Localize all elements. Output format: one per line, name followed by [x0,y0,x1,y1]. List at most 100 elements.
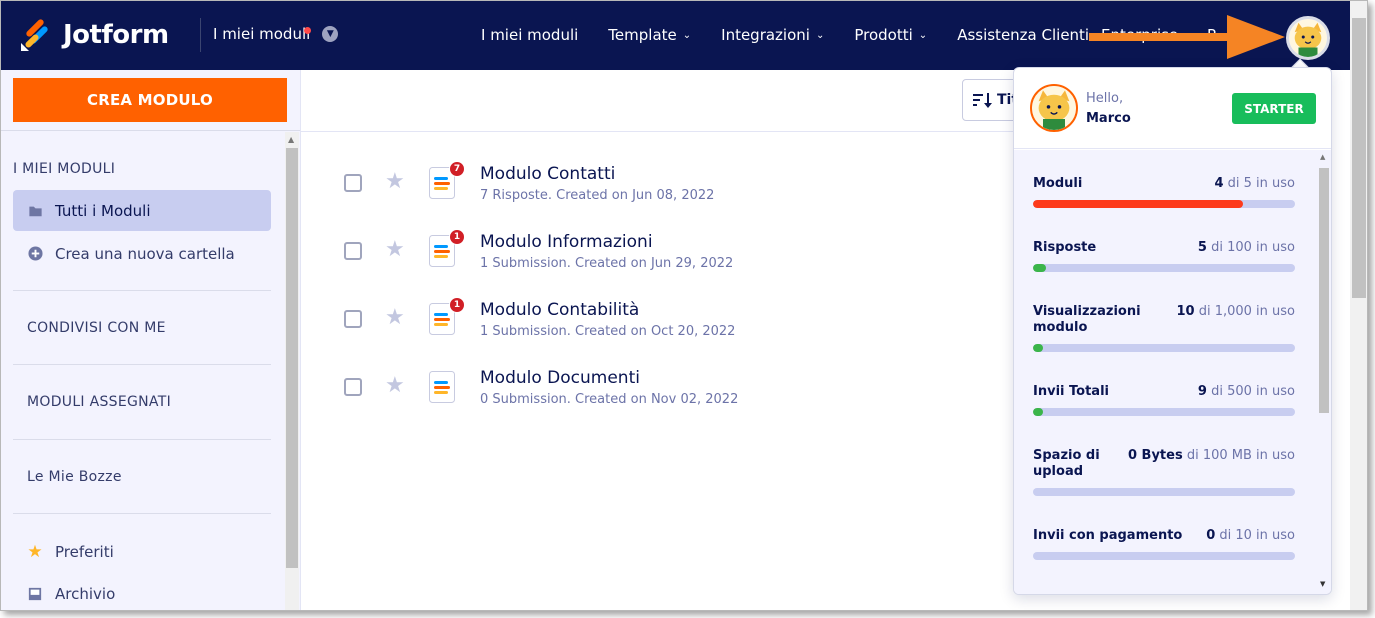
usage-fill [1033,344,1044,352]
avatar [1030,84,1078,132]
usage-label: Invii con pagamento [1033,528,1183,543]
greeting: Hello, [1086,91,1124,106]
select-checkbox[interactable] [344,310,362,328]
create-form-button[interactable]: CREA MODULO [13,78,287,122]
scrollbar-thumb[interactable] [1352,18,1366,298]
usage-limit: di 100 in uso [1206,240,1295,255]
brand-name: Jotform [63,20,169,50]
form-title[interactable]: Modulo Informazioni [480,232,653,252]
nav-link-label: Integrazioni [721,26,810,44]
unread-badge: 7 [449,161,465,177]
nav-link-support[interactable]: Assistenza Clienti⌄ [957,26,1103,44]
nav-divider [200,18,201,52]
select-checkbox[interactable] [344,174,362,192]
sidebar-item-all-forms[interactable]: Tutti i Moduli [13,190,271,231]
section-switcher[interactable]: I miei moduli ▼ [213,25,339,43]
avatar-icon [1289,19,1327,57]
divider [13,364,271,365]
sidebar-item-assigned[interactable]: MODULI ASSEGNATI [27,394,171,410]
star-icon: ★ [27,541,43,562]
form-title[interactable]: Modulo Contatti [480,164,615,184]
plan-badge[interactable]: STARTER [1232,93,1316,124]
nav-link-label: Template [608,26,677,44]
form-list-item[interactable]: ★ 1 Modulo Contabilità 1 Submission. Cre… [301,297,1011,362]
scroll-down-icon[interactable]: ▼ [1320,580,1325,588]
account-dropdown: Hello, Marco STARTER Moduli 4 di 5 in us… [1013,67,1332,595]
form-meta: 1 Submission. Created on Oct 20, 2022 [480,324,736,339]
usage-label: Moduli [1033,176,1083,191]
form-title[interactable]: Modulo Documenti [480,368,640,388]
nav-link-integrations[interactable]: Integrazioni ⌄ [721,26,824,44]
sidebar-item-drafts[interactable]: Le Mie Bozze [27,469,122,485]
chevron-down-icon: ⌄ [918,29,928,41]
usage-label: Invii Totali [1033,384,1109,399]
pointer-arrow-annotation [1089,15,1285,59]
page-scrollbar[interactable] [1350,1,1367,610]
sidebar-item-label: Preferiti [55,542,114,561]
unread-badge: 1 [449,297,465,313]
jotform-logo[interactable]: Jotform [19,18,169,52]
select-checkbox[interactable] [344,242,362,260]
sidebar-item-label: Tutti i Moduli [55,201,151,220]
favorite-star-icon[interactable]: ★ [385,169,405,194]
usage-limit: di 100 MB in uso [1182,448,1295,463]
usage-bar [1033,344,1295,352]
scrollbar-thumb[interactable] [286,148,298,568]
usage-fill [1033,408,1044,416]
form-list-item[interactable]: ★ 1 Modulo Informazioni 1 Submission. Cr… [301,229,1011,294]
usage-panel: Moduli 4 di 5 in uso Risposte 5 di 100 i… [1014,150,1331,594]
form-list-item[interactable]: ★ Modulo Documenti 0 Submission. Created… [301,368,1011,430]
nav-link-products[interactable]: Prodotti ⌄ [854,26,927,44]
nav-links: I miei moduli Template ⌄ Integrazioni ⌄ Pr… [481,26,1134,44]
form-meta: 0 Submission. Created on Nov 02, 2022 [480,392,739,407]
dropdown-scrollbar[interactable]: ▲ ▼ [1316,150,1330,594]
usage-used: 10 [1176,304,1195,319]
sidebar-item-shared[interactable]: CONDIVISI CON ME [27,320,166,336]
nav-link-templates[interactable]: Template ⌄ [608,26,691,44]
usage-used: 4 [1214,176,1224,191]
form-title[interactable]: Modulo Contabilità [480,300,639,320]
section-switcher-label: I miei moduli [213,25,311,43]
usage-bar [1033,200,1295,208]
chevron-down-icon[interactable]: ▼ [322,26,339,42]
user-avatar-button[interactable] [1286,16,1330,60]
usage-bar [1033,408,1295,416]
nav-link-my-forms[interactable]: I miei moduli [481,26,578,44]
divider [13,513,271,514]
favorite-star-icon[interactable]: ★ [385,305,405,330]
divider [13,439,271,440]
usage-label: Visualizzazioni modulo [1033,304,1141,335]
scrollbar-thumb[interactable] [1319,168,1329,413]
chevron-down-icon: ⌄ [815,29,825,41]
jotform-logo-icon [21,19,48,51]
usage-used: 0 [1206,528,1216,543]
sidebar-item-new-folder[interactable]: Crea una nuova cartella [13,233,271,274]
usage-used: 5 [1197,240,1207,255]
add-circle-icon [27,246,43,262]
form-icon [429,371,455,403]
usage-value: 4 di 5 in uso [1214,176,1295,191]
notification-dot [304,27,311,34]
form-list-item[interactable]: ★ 7 Modulo Contatti 7 Risposte. Created … [301,161,1011,226]
avatar-icon [1032,86,1076,130]
user-name: Marco [1086,111,1131,126]
account-header: Hello, Marco STARTER [1014,68,1331,149]
sidebar-item-label: Archivio [55,584,116,603]
form-meta: 7 Risposte. Created on Jun 08, 2022 [480,188,715,203]
sidebar-scrollbar[interactable]: ▲ [285,132,299,610]
sidebar-item-favorites[interactable]: ★ Preferiti [13,531,271,572]
usage-used: 0 Bytes [1127,448,1183,463]
scroll-up-icon[interactable]: ▲ [1320,153,1325,161]
nav-link-label: Assistenza Clienti [957,26,1090,44]
favorite-star-icon[interactable]: ★ [385,237,405,262]
usage-limit: di 5 in uso [1223,176,1295,191]
usage-value: 0 Bytes di 100 MB in uso [1128,448,1295,463]
sidebar-item-archive[interactable]: Archivio [13,573,271,610]
usage-label: Risposte [1033,240,1097,255]
favorite-star-icon[interactable]: ★ [385,373,405,398]
select-checkbox[interactable] [344,378,362,396]
unread-badge: 1 [449,229,465,245]
form-meta: 1 Submission. Created on Jun 29, 2022 [480,256,734,271]
usage-limit: di 1,000 in uso [1194,304,1295,319]
scroll-up-icon[interactable]: ▲ [288,135,294,144]
